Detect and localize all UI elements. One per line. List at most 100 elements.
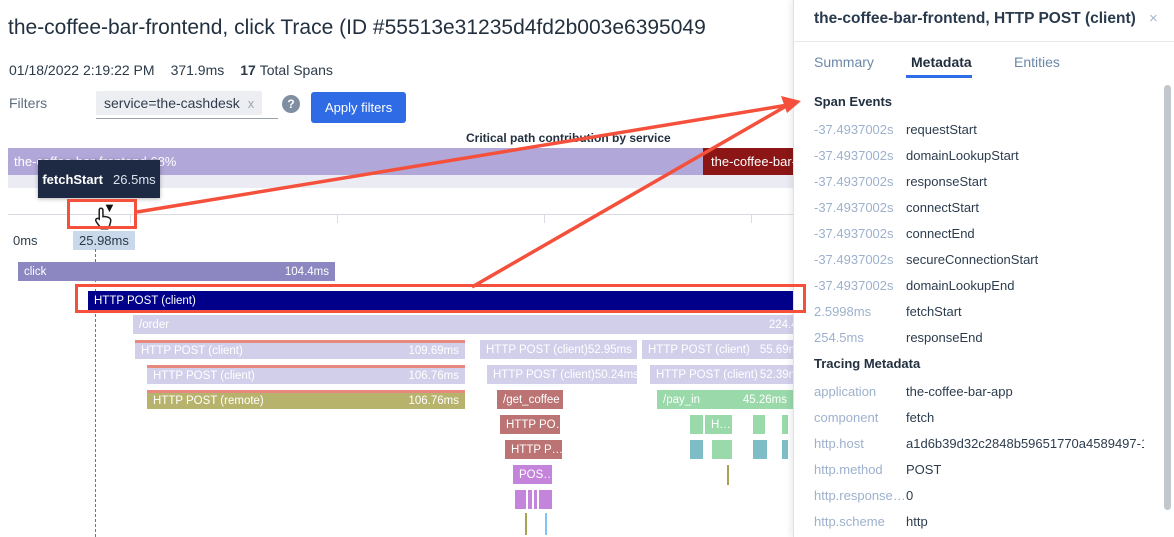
tooltip: fetchStart 26.5ms <box>38 160 160 198</box>
span-event-row-value: domainLookupStart <box>906 148 1019 163</box>
span-events-heading: Span Events <box>814 94 892 109</box>
filter-input[interactable]: service=the-cashdesk x <box>96 88 278 119</box>
span-event-row-value: connectStart <box>906 200 979 215</box>
tracing-metadata-row-key: component <box>814 410 906 425</box>
span-event-row-value: fetchStart <box>906 304 962 319</box>
trace-timestamp: 01/18/2022 2:19:22 PM <box>9 62 155 78</box>
span-tiny[interactable] <box>727 465 729 485</box>
timeline-tick <box>337 215 338 223</box>
span-small[interactable] <box>539 490 552 509</box>
span-event-row-key: -37.4937002s <box>814 122 906 137</box>
tracing-metadata-row-value: the-coffee-bar-app <box>906 384 1013 399</box>
span-event-row-key: -37.4937002s <box>814 252 906 267</box>
tab-summary[interactable]: Summary <box>814 54 874 70</box>
tracing-metadata-row-key: http.scheme <box>814 514 906 529</box>
tab-entities[interactable]: Entities <box>1014 54 1060 70</box>
span-http-post[interactable]: HTTP P… <box>505 440 562 459</box>
tracing-metadata-row-key: application <box>814 384 906 399</box>
span-event-row: -37.4937002sdomainLookupEnd <box>814 272 1144 298</box>
span-small[interactable] <box>782 440 788 459</box>
span-event-row: -37.4937002sdomainLookupStart <box>814 142 1144 168</box>
span-click[interactable]: click104.4ms <box>18 262 335 281</box>
tracing-metadata-row-value: http <box>906 514 928 529</box>
tracing-metadata-row-value: fetch <box>906 410 934 425</box>
timeline-tick <box>544 215 545 223</box>
span-tiny[interactable] <box>525 513 527 535</box>
span-http-post-client[interactable]: HTTP POST (client)50.24ms <box>487 365 637 384</box>
critical-path-bar-secondary[interactable]: the-coffee-bar-f <box>703 148 793 175</box>
critical-path-title: Critical path contribution by service <box>466 131 671 145</box>
timeline-tick <box>130 215 131 223</box>
span-order[interactable]: /order224.45 <box>133 315 793 334</box>
span-small[interactable] <box>690 415 703 434</box>
help-icon[interactable]: ? <box>282 95 300 113</box>
span-post[interactable]: POS… <box>513 465 552 484</box>
span-http-post-client[interactable]: HTTP POST (client)55.69ms <box>642 340 793 359</box>
span-event-row-key: -37.4937002s <box>814 226 906 241</box>
span-small[interactable] <box>753 415 765 434</box>
span-event-row-key: 2.5998ms <box>814 304 906 319</box>
tracing-metadata-row: applicationthe-coffee-bar-app <box>814 378 1144 404</box>
tracing-metadata-row: http.response…0 <box>814 482 1144 508</box>
span-event-row: -37.4937002sconnectStart <box>814 194 1144 220</box>
panel-divider <box>794 41 1174 42</box>
span-http-post-client[interactable]: HTTP POST (client)109.69ms <box>135 340 465 359</box>
tracing-metadata-row: http.methodPOST <box>814 456 1144 482</box>
filter-chip-remove-icon[interactable]: x <box>248 96 255 111</box>
tooltip-event-value: 26.5ms <box>113 172 156 187</box>
tracing-metadata-row-key: http.host <box>814 436 906 451</box>
tracing-metadata-row-value: 0 <box>906 488 913 503</box>
span-get-coffee[interactable]: /get_coffee <box>497 390 563 409</box>
panel-scrollbar[interactable] <box>1164 85 1171 510</box>
tracing-metadata-row-value: a1d6b39d32c2848b59651770a4589497-17... <box>906 436 1144 451</box>
span-event-row: 254.5msresponseEnd <box>814 324 1144 350</box>
timeline-origin-label: 0ms <box>13 233 38 248</box>
span-small[interactable] <box>782 415 788 434</box>
span-event-row: -37.4937002sconnectEnd <box>814 220 1144 246</box>
span-small[interactable] <box>534 490 537 509</box>
span-http-post-client[interactable]: HTTP POST (client)106.76ms <box>147 365 465 384</box>
span-event-row: 2.5998msfetchStart <box>814 298 1144 324</box>
span-http-post-client-selected[interactable]: HTTP POST (client) <box>88 291 793 310</box>
filters-label: Filters <box>9 95 47 111</box>
span-small[interactable] <box>515 490 526 509</box>
trace-meta-row: 01/18/2022 2:19:22 PM 371.9ms 17 Total S… <box>9 62 333 78</box>
span-small[interactable]: H… <box>705 415 732 434</box>
span-event-row: -37.4937002srequestStart <box>814 116 1144 142</box>
trace-title: the-coffee-bar-frontend, click Trace (ID… <box>8 16 793 40</box>
span-event-row: -37.4937002sresponseStart <box>814 168 1144 194</box>
timeline-tick <box>751 215 752 223</box>
tracing-metadata-row: http.schemehttp <box>814 508 1144 534</box>
span-small[interactable] <box>690 440 703 459</box>
tooltip-event-name: fetchStart <box>42 172 103 187</box>
span-event-row: -37.4937002ssecureConnectionStart <box>814 246 1144 272</box>
span-small[interactable] <box>712 440 732 459</box>
trace-main-area: the-coffee-bar-frontend, click Trace (ID… <box>0 0 793 537</box>
span-small[interactable] <box>528 490 532 509</box>
span-http-post-remote[interactable]: HTTP POST (remote)106.76ms <box>147 390 465 409</box>
span-event-row-key: -37.4937002s <box>814 278 906 293</box>
trace-span-count: 17 Total Spans <box>240 62 333 78</box>
trace-duration: 371.9ms <box>171 62 225 78</box>
close-icon[interactable]: × <box>1149 10 1158 27</box>
span-event-row-value: connectEnd <box>906 226 975 241</box>
tracing-metadata-row-key: http.method <box>814 462 906 477</box>
tab-metadata[interactable]: Metadata <box>911 54 972 70</box>
span-details-panel: the-coffee-bar-frontend, HTTP POST (clie… <box>793 0 1174 537</box>
span-event-row-value: secureConnectionStart <box>906 252 1038 267</box>
span-tiny[interactable] <box>545 513 547 535</box>
span-event-row-value: domainLookupEnd <box>906 278 1014 293</box>
tracing-metadata-row: http.hosta1d6b39d32c2848b59651770a458949… <box>814 430 1144 456</box>
span-http-post-client[interactable]: HTTP POST (client)52.95ms <box>480 340 637 359</box>
span-event-row-value: requestStart <box>906 122 977 137</box>
span-event-row-value: responseStart <box>906 174 987 189</box>
tracing-metadata-row-key: http.response… <box>814 488 906 503</box>
filter-chip-label: service=the-cashdesk <box>104 95 240 111</box>
tracing-metadata-row: componentfetch <box>814 404 1144 430</box>
span-http-post[interactable]: HTTP PO… <box>500 415 560 434</box>
span-pay-in[interactable]: /pay_in45.26ms <box>657 390 793 409</box>
span-http-post-client[interactable]: HTTP POST (client)52.39ms <box>650 365 793 384</box>
span-small[interactable] <box>753 440 767 459</box>
filter-chip[interactable]: service=the-cashdesk x <box>96 91 262 115</box>
apply-filters-button[interactable]: Apply filters <box>311 92 406 123</box>
